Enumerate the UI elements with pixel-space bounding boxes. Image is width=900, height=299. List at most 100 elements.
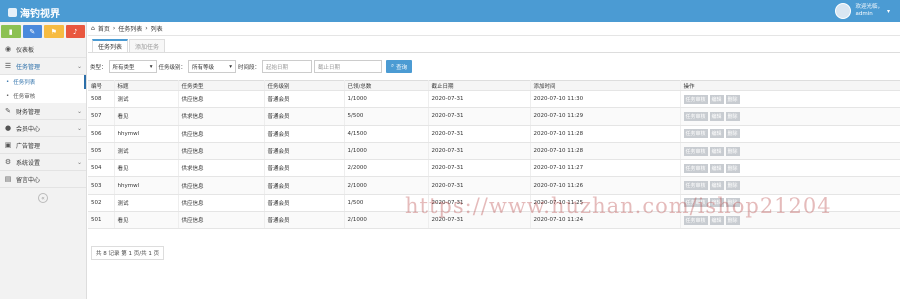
cell-deadline: 2020-07-31: [428, 125, 531, 143]
column-header[interactable]: 标题: [114, 80, 179, 91]
pencil-icon[interactable]: ✎: [22, 25, 42, 38]
level-select[interactable]: 所有等级 ▾: [188, 60, 237, 73]
sidebar-item-members[interactable]: ● 会员中心 ⌄: [0, 120, 86, 137]
delete-button[interactable]: 删除: [725, 129, 740, 139]
cell-type: 供应信息: [178, 142, 265, 161]
group-icon[interactable]: ⚑: [44, 25, 64, 38]
sidebar-subitem-task-list[interactable]: • 任务列表: [0, 75, 86, 89]
delete-button[interactable]: 删除: [725, 163, 740, 173]
end-date-input[interactable]: 截止日期: [314, 60, 383, 73]
cell-added: 2020-07-10 11:29: [530, 107, 681, 126]
edit-button[interactable]: 编辑: [709, 163, 724, 173]
type-select[interactable]: 所有类型 ▾: [108, 60, 157, 73]
cell-level: 普通会员: [264, 107, 345, 126]
cell-id: 508: [88, 90, 115, 109]
cell-title: hhymwl: [114, 176, 179, 195]
top-navbar: 海钓视界 欢迎光临， admin ▾: [0, 0, 900, 22]
cell-deadline: 2020-07-31: [428, 176, 531, 195]
delete-button[interactable]: 删除: [725, 111, 740, 121]
column-header[interactable]: 任务类型: [178, 80, 265, 91]
start-date-input[interactable]: 起始日期: [262, 60, 313, 73]
brand[interactable]: 海钓视界: [8, 5, 60, 20]
cell-added: 2020-07-10 11:28: [530, 125, 681, 143]
sidebar-subitem-task-review[interactable]: • 任务审核: [0, 89, 86, 103]
caret-down-icon: ▾: [149, 63, 153, 70]
cell-actions: 任务审核 编辑 删除: [680, 107, 900, 126]
user-icon: ●: [4, 124, 12, 132]
review-button[interactable]: 任务审核: [683, 129, 708, 139]
column-header[interactable]: 截止日期: [428, 80, 531, 91]
user-greeting: 欢迎光临，: [855, 4, 883, 10]
sidebar-item-messages[interactable]: ▤ 留言中心: [0, 171, 86, 188]
row-actions: 任务审核 编辑 删除: [683, 94, 900, 104]
user-menu[interactable]: 欢迎光临， admin ▾: [835, 2, 890, 20]
delete-button[interactable]: 删除: [725, 94, 740, 104]
image-icon: ▣: [4, 141, 12, 149]
sidebar-item-finance[interactable]: ✎ 财务管理 ⌄: [0, 103, 86, 120]
collapse-sidebar-button[interactable]: «: [38, 193, 48, 203]
edit-button[interactable]: 编辑: [709, 94, 724, 104]
bell-icon[interactable]: ♪: [65, 25, 85, 38]
cell-deadline: 2020-07-31: [428, 107, 531, 126]
cell-type: 供应信息: [178, 194, 265, 213]
edit-button[interactable]: 编辑: [709, 129, 724, 139]
sidebar: ▮ ✎ ⚑ ♪ ◉ 仪表板 ☰ 任务管理 ⌄ • 任务列表 • 任务审核 ✎ 财…: [0, 22, 87, 299]
cell-level: 普通会员: [264, 176, 345, 195]
review-button[interactable]: 任务审核: [683, 94, 708, 104]
sidebar-item-dashboard[interactable]: ◉ 仪表板: [0, 41, 86, 58]
sidebar-item-settings[interactable]: ⚙ 系统设置 ⌄: [0, 154, 86, 171]
search-button-label: 查询: [396, 64, 408, 71]
cell-deadline: 2020-07-31: [428, 90, 531, 109]
leaf-icon: [8, 8, 17, 17]
review-button[interactable]: 任务审核: [683, 111, 708, 121]
type-filter-label: 类型：: [90, 64, 107, 71]
table-header-row: 编号 标题 任务类型 任务级别 已领/总数 截止日期 添加时间 操作: [88, 80, 900, 91]
review-button[interactable]: 任务审核: [683, 146, 708, 156]
sidebar-item-ads[interactable]: ▣ 广告管理: [0, 137, 86, 154]
edit-button[interactable]: 编辑: [709, 146, 724, 156]
breadcrumb-separator: ›: [112, 25, 116, 32]
sidebar-item-task-management[interactable]: ☰ 任务管理 ⌄: [0, 58, 86, 75]
cell-type: 供应信息: [178, 176, 265, 195]
cell-count: 4/1500: [344, 125, 429, 143]
delete-button[interactable]: 删除: [725, 146, 740, 156]
column-header[interactable]: 任务级别: [264, 80, 345, 91]
breadcrumb-section[interactable]: 任务列表: [118, 24, 142, 33]
column-header[interactable]: 已领/总数: [344, 80, 429, 91]
watermark: https://www.huzhan.com/ishop21204: [405, 194, 832, 218]
cell-level: 普通会员: [264, 90, 345, 109]
cell-deadline: 2020-07-31: [428, 159, 531, 178]
cell-type: 供应信息: [178, 211, 265, 230]
cell-id: 507: [88, 107, 115, 126]
cell-title: 看见: [114, 107, 179, 126]
tab-bar: 任务列表 添加任务: [88, 36, 900, 53]
edit-button[interactable]: 编辑: [709, 111, 724, 121]
review-button[interactable]: 任务审核: [683, 163, 708, 173]
cell-id: 506: [88, 125, 115, 143]
user-info: 欢迎光临， admin: [855, 4, 883, 18]
level-filter-label: 任务级别：: [158, 64, 187, 71]
cell-actions: 任务审核 编辑 删除: [680, 90, 900, 109]
sidebar-item-label: 留言中心: [16, 176, 41, 184]
breadcrumb-home[interactable]: 首页: [98, 24, 110, 33]
cell-level: 普通会员: [264, 159, 345, 178]
list-icon: ☰: [4, 62, 12, 70]
tab-add-task[interactable]: 添加任务: [129, 39, 166, 52]
sidebar-submenu: • 任务列表 • 任务审核: [0, 75, 86, 103]
column-header[interactable]: 添加时间: [530, 80, 681, 91]
cell-count: 2/1000: [344, 176, 429, 195]
cell-count: 2/2000: [344, 159, 429, 178]
tab-task-list[interactable]: 任务列表: [92, 39, 129, 52]
signal-icon[interactable]: ▮: [1, 25, 21, 38]
column-header[interactable]: 编号: [88, 80, 115, 91]
cell-title: 测试: [114, 90, 179, 109]
note-icon: ▤: [4, 175, 12, 183]
cell-actions: 任务审核 编辑 删除: [680, 159, 900, 178]
review-button[interactable]: 任务审核: [683, 181, 708, 191]
edit-button[interactable]: 编辑: [709, 181, 724, 191]
cell-title: 看见: [114, 211, 179, 230]
sidebar-item-label: 会员中心: [16, 125, 41, 133]
cell-id: 505: [88, 142, 115, 161]
delete-button[interactable]: 删除: [725, 181, 740, 191]
search-button[interactable]: ⌕ 查询: [386, 60, 413, 73]
